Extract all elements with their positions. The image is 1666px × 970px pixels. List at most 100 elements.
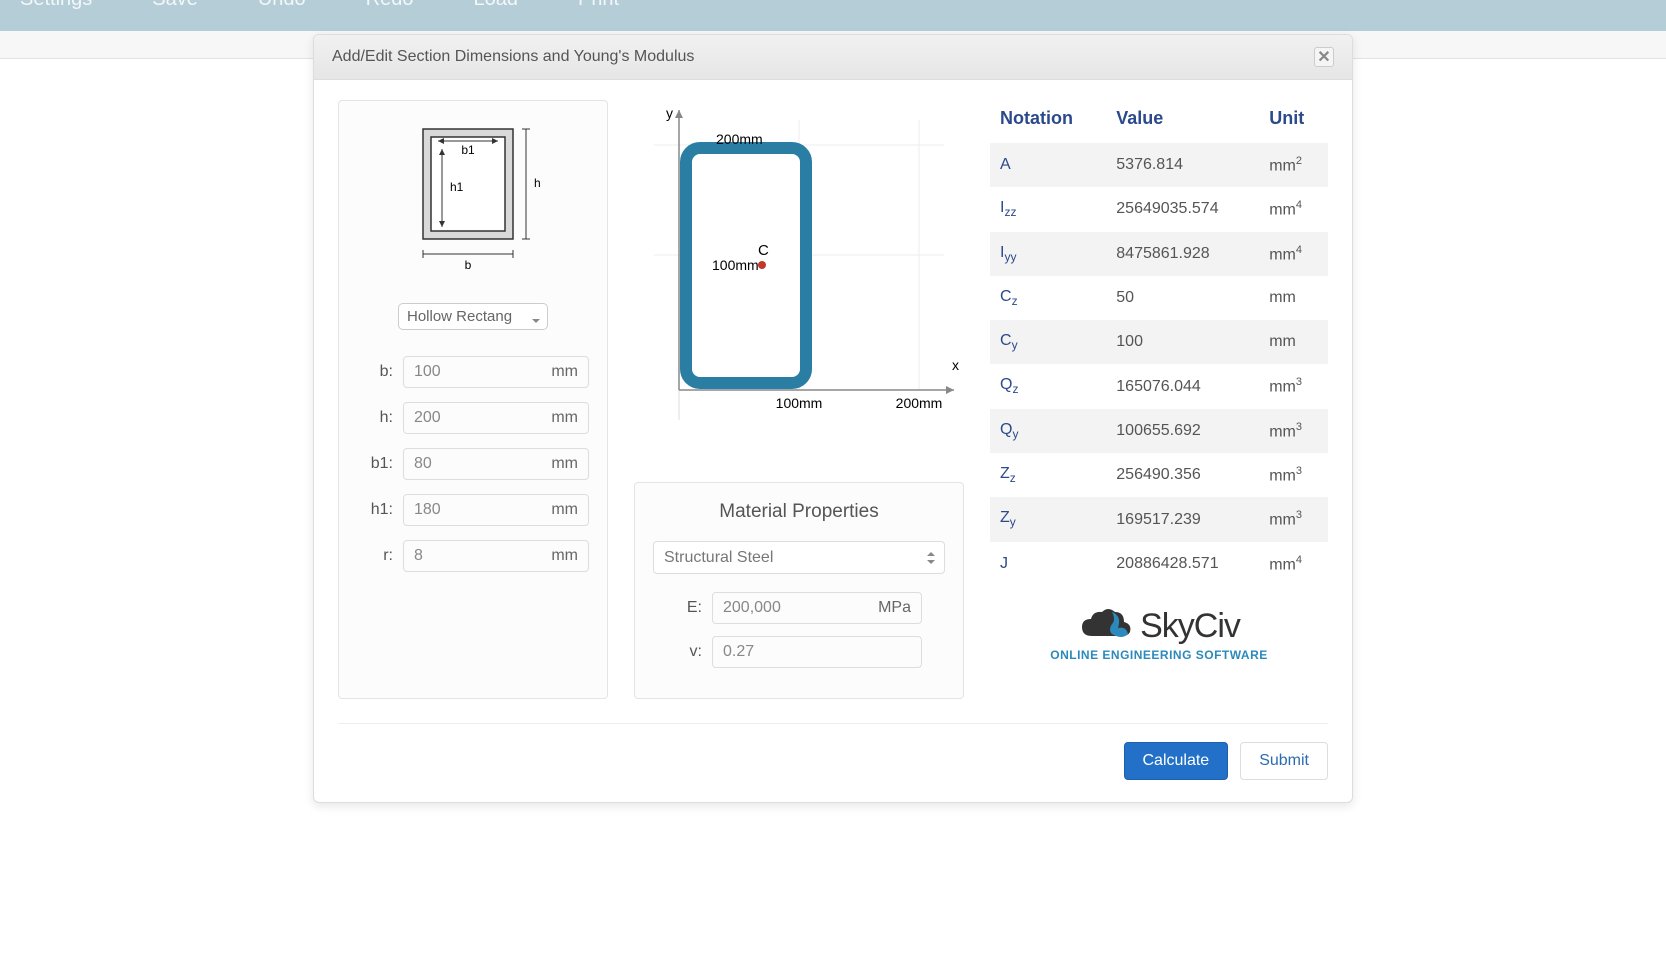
menu-undo[interactable]: Undo [258, 0, 306, 11]
menu-settings[interactable]: Settings [20, 0, 92, 11]
table-row: Iyy 8475861.928 mm4 [990, 232, 1328, 276]
svg-text:100mm: 100mm [712, 257, 759, 273]
prop-unit: mm3 [1259, 364, 1328, 408]
dialog-footer: Calculate Submit [338, 723, 1328, 802]
table-row: Izz 25649035.574 mm4 [990, 187, 1328, 231]
dim-unit: mm [551, 363, 578, 381]
logo-tagline: ONLINE ENGINEERING SOFTWARE [990, 648, 1328, 662]
col-value: Value [1106, 100, 1259, 143]
svg-text:h1: h1 [450, 180, 464, 194]
col-notation: Notation [990, 100, 1106, 143]
dialog-title: Add/Edit Section Dimensions and Young's … [332, 48, 694, 66]
prop-value: 8475861.928 [1106, 232, 1259, 276]
prop-notation: Qz [990, 364, 1106, 408]
properties-column: Notation Value Unit A 5376.814 mm2Izz 25… [990, 100, 1328, 699]
table-row: Zz 256490.356 mm3 [990, 453, 1328, 497]
menu-print[interactable]: Print [578, 0, 619, 11]
dim-label: b: [357, 363, 403, 381]
dim-unit: mm [551, 547, 578, 565]
menu-load[interactable]: Load [473, 0, 518, 11]
section-plot: y x C 100mm 200mm 100mm 200mm [634, 100, 964, 430]
prop-notation: Zy [990, 497, 1106, 541]
prop-unit: mm3 [1259, 409, 1328, 453]
dim-unit: mm [551, 501, 578, 519]
svg-text:y: y [666, 105, 673, 121]
table-row: J 20886428.571 mm4 [990, 542, 1328, 586]
prop-value: 50 [1106, 276, 1259, 320]
material-select[interactable]: Structural Steel [653, 541, 945, 574]
svg-text:100mm: 100mm [776, 395, 823, 411]
properties-table: Notation Value Unit A 5376.814 mm2Izz 25… [990, 100, 1328, 586]
mat-unit: MPa [878, 599, 911, 617]
mat-label: E: [676, 599, 712, 617]
dim-label: b1: [357, 455, 403, 473]
table-row: A 5376.814 mm2 [990, 143, 1328, 187]
submit-button[interactable]: Submit [1240, 742, 1328, 780]
menu-redo[interactable]: Redo [366, 0, 414, 11]
dim-input-r[interactable] [414, 547, 484, 565]
prop-notation: Cz [990, 276, 1106, 320]
svg-text:x: x [952, 357, 959, 373]
svg-text:b1: b1 [461, 143, 475, 157]
prop-value: 20886428.571 [1106, 542, 1259, 586]
prop-value: 165076.044 [1106, 364, 1259, 408]
material-title: Material Properties [653, 501, 945, 523]
prop-value: 100655.692 [1106, 409, 1259, 453]
mat-input-v[interactable] [723, 643, 833, 661]
prop-notation: Izz [990, 187, 1106, 231]
shape-diagram: b1 h1 h b [357, 119, 589, 289]
prop-unit: mm3 [1259, 497, 1328, 541]
prop-value: 169517.239 [1106, 497, 1259, 541]
prop-unit: mm4 [1259, 187, 1328, 231]
prop-notation: Cy [990, 320, 1106, 364]
col-unit: Unit [1259, 100, 1328, 143]
cloud-icon [1078, 606, 1134, 646]
prop-value: 25649035.574 [1106, 187, 1259, 231]
prop-value: 5376.814 [1106, 143, 1259, 187]
prop-notation: Qy [990, 409, 1106, 453]
menu-save[interactable]: Save [152, 0, 198, 11]
svg-text:C: C [758, 242, 769, 259]
prop-notation: A [990, 143, 1106, 187]
dim-input-h[interactable] [414, 409, 484, 427]
prop-notation: J [990, 542, 1106, 586]
table-row: Qz 165076.044 mm3 [990, 364, 1328, 408]
svg-text:b: b [465, 258, 472, 272]
prop-value: 256490.356 [1106, 453, 1259, 497]
dim-input-b1[interactable] [414, 455, 484, 473]
shape-type-select[interactable]: Hollow Rectang [398, 303, 548, 330]
dimensions-panel: b1 h1 h b Hollow Rectang [338, 100, 608, 699]
svg-text:h: h [534, 176, 541, 190]
dim-unit: mm [551, 409, 578, 427]
dim-input-h1[interactable] [414, 501, 484, 519]
logo: SkyCiv ONLINE ENGINEERING SOFTWARE [990, 606, 1328, 662]
logo-text: SkyCiv [1140, 607, 1240, 646]
prop-unit: mm2 [1259, 143, 1328, 187]
prop-unit: mm [1259, 320, 1328, 364]
prop-unit: mm4 [1259, 232, 1328, 276]
close-icon[interactable]: ✕ [1314, 47, 1334, 67]
prop-notation: Iyy [990, 232, 1106, 276]
dim-label: h: [357, 409, 403, 427]
mat-label: v: [676, 643, 712, 661]
dim-unit: mm [551, 455, 578, 473]
table-row: Cz 50 mm [990, 276, 1328, 320]
prop-value: 100 [1106, 320, 1259, 364]
dim-label: r: [357, 547, 403, 565]
table-row: Qy 100655.692 mm3 [990, 409, 1328, 453]
table-row: Cy 100 mm [990, 320, 1328, 364]
top-menu-bar: Settings Save Undo Redo Load Print [0, 0, 1666, 31]
dim-input-b[interactable] [414, 363, 484, 381]
material-panel: Material Properties Structural Steel E: … [634, 482, 964, 699]
dialog-header: Add/Edit Section Dimensions and Young's … [314, 35, 1352, 80]
calculate-button[interactable]: Calculate [1124, 742, 1229, 780]
dim-label: h1: [357, 501, 403, 519]
prop-unit: mm3 [1259, 453, 1328, 497]
table-row: Zy 169517.239 mm3 [990, 497, 1328, 541]
svg-text:200mm: 200mm [716, 131, 763, 147]
prop-unit: mm [1259, 276, 1328, 320]
mat-input-E[interactable] [723, 599, 833, 617]
prop-notation: Zz [990, 453, 1106, 497]
svg-text:200mm: 200mm [896, 395, 943, 411]
section-dialog: Add/Edit Section Dimensions and Young's … [313, 34, 1353, 803]
